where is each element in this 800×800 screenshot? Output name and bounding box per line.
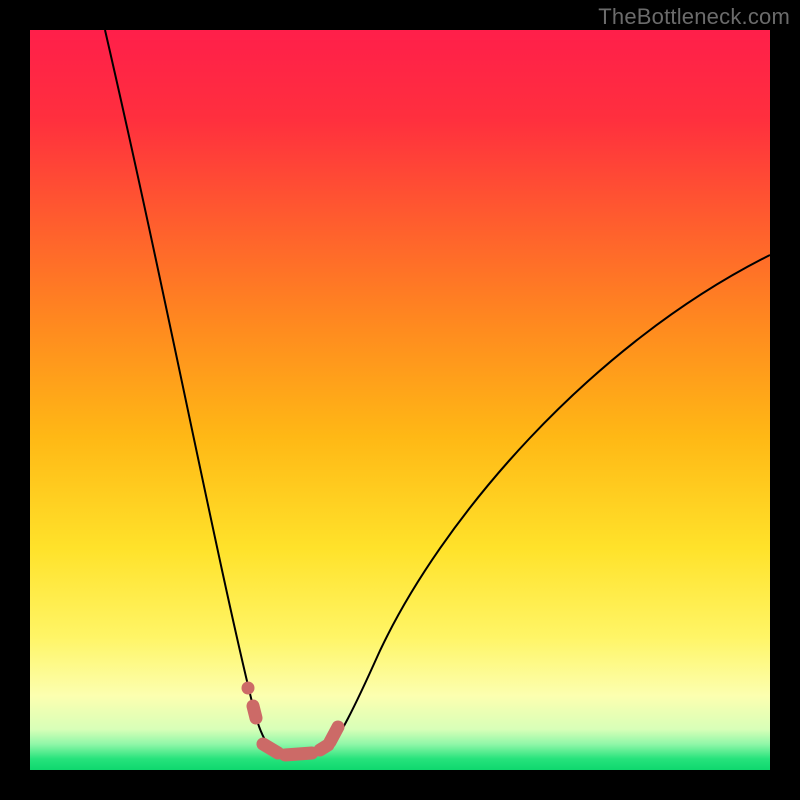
series-accent-markers-segment <box>253 706 256 718</box>
watermark-text: TheBottleneck.com <box>598 4 790 30</box>
series-left-branch <box>105 30 270 748</box>
series-accent-markers-dot <box>242 682 255 695</box>
series-accent-markers-segment <box>263 744 278 753</box>
series-accent-markers-segment <box>330 727 338 742</box>
series-right-branch <box>330 255 770 748</box>
curve-layer <box>30 30 770 770</box>
series-accent-markers-segment <box>285 753 312 755</box>
